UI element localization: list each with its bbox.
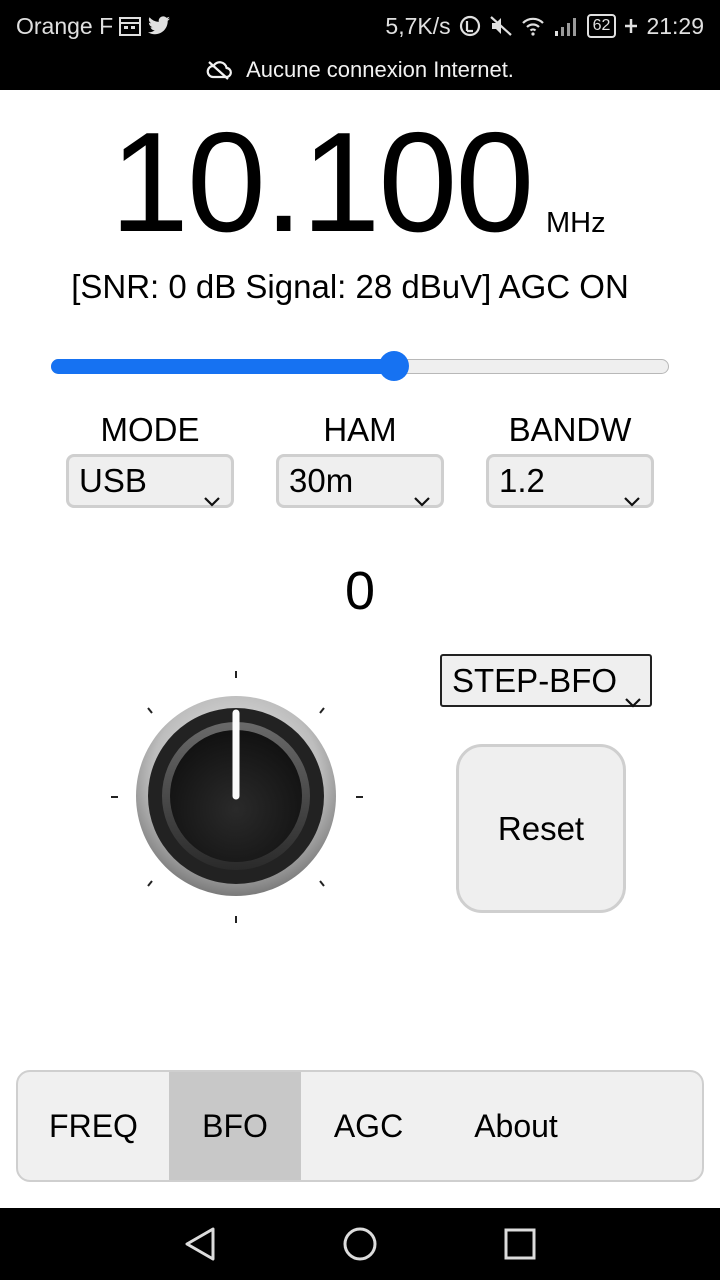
status-left: Orange F xyxy=(16,10,171,42)
home-icon[interactable] xyxy=(342,1226,378,1267)
mode-group: MODE USB xyxy=(65,410,235,508)
step-bfo-select-value: STEP-BFO xyxy=(452,662,618,699)
twitter-icon xyxy=(147,16,171,36)
bandw-label: BANDW xyxy=(508,411,632,448)
slider-fill xyxy=(51,359,394,374)
carrier-name: Orange F xyxy=(16,12,114,39)
bandw-select-value: 1.2 xyxy=(499,462,545,499)
bfo-knob[interactable] xyxy=(106,668,366,928)
battery-indicator: 62 xyxy=(586,14,617,38)
ham-select[interactable]: 30m xyxy=(276,454,444,508)
ham-select-value: 30m xyxy=(289,462,354,499)
status-right: 5,7K/s 62 21:29 xyxy=(377,10,704,42)
network-speed: 5,7K/s xyxy=(385,12,451,39)
bfo-value: 0 xyxy=(344,561,376,621)
chevron-down-icon xyxy=(203,473,221,521)
back-icon[interactable] xyxy=(183,1226,217,1267)
calendar-icon xyxy=(119,16,142,36)
signal-info: [SNR: 0 dB Signal: 28 dBuV] AGC ON xyxy=(71,268,629,305)
mute-icon xyxy=(489,15,513,37)
chevron-down-icon xyxy=(413,473,431,521)
frequency-unit: MHz xyxy=(546,207,606,239)
mode-select[interactable]: USB xyxy=(66,454,234,508)
wifi-icon xyxy=(521,16,545,36)
ham-group: HAM 30m xyxy=(275,410,445,508)
bandw-group: BANDW 1.2 xyxy=(485,410,655,508)
signal-icon xyxy=(553,15,579,37)
bandw-select[interactable]: 1.2 xyxy=(486,454,654,508)
tab-bar: FREQ BFO AGC About xyxy=(16,1070,704,1182)
tab-freq[interactable]: FREQ xyxy=(18,1072,169,1180)
cloud-off-icon xyxy=(206,60,232,80)
mode-select-value: USB xyxy=(79,462,147,499)
tab-agc[interactable]: AGC xyxy=(301,1072,436,1180)
connection-notice-text: Aucune connexion Internet. xyxy=(246,57,514,82)
tab-about[interactable]: About xyxy=(436,1072,596,1180)
status-bar: Orange F 5,7K/s 62 21:29 Aucune connexio… xyxy=(0,0,720,90)
navigation-bar xyxy=(0,1208,720,1280)
ham-label: HAM xyxy=(323,411,397,448)
reset-button[interactable]: Reset xyxy=(456,744,626,913)
connection-notice: Aucune connexion Internet. xyxy=(0,54,720,86)
frequency-display: 10.100 xyxy=(110,103,534,262)
tab-bfo[interactable]: BFO xyxy=(169,1072,301,1180)
slider-thumb[interactable] xyxy=(379,351,409,381)
tuning-slider[interactable] xyxy=(51,351,669,381)
step-bfo-select[interactable]: STEP-BFO xyxy=(440,654,652,708)
data-saver-icon xyxy=(459,15,481,37)
clock: 21:29 xyxy=(646,12,704,39)
charging-icon xyxy=(624,18,638,34)
chevron-down-icon xyxy=(623,473,641,521)
recents-icon[interactable] xyxy=(503,1226,537,1267)
chevron-down-icon xyxy=(624,673,642,722)
mode-label: MODE xyxy=(100,411,200,448)
